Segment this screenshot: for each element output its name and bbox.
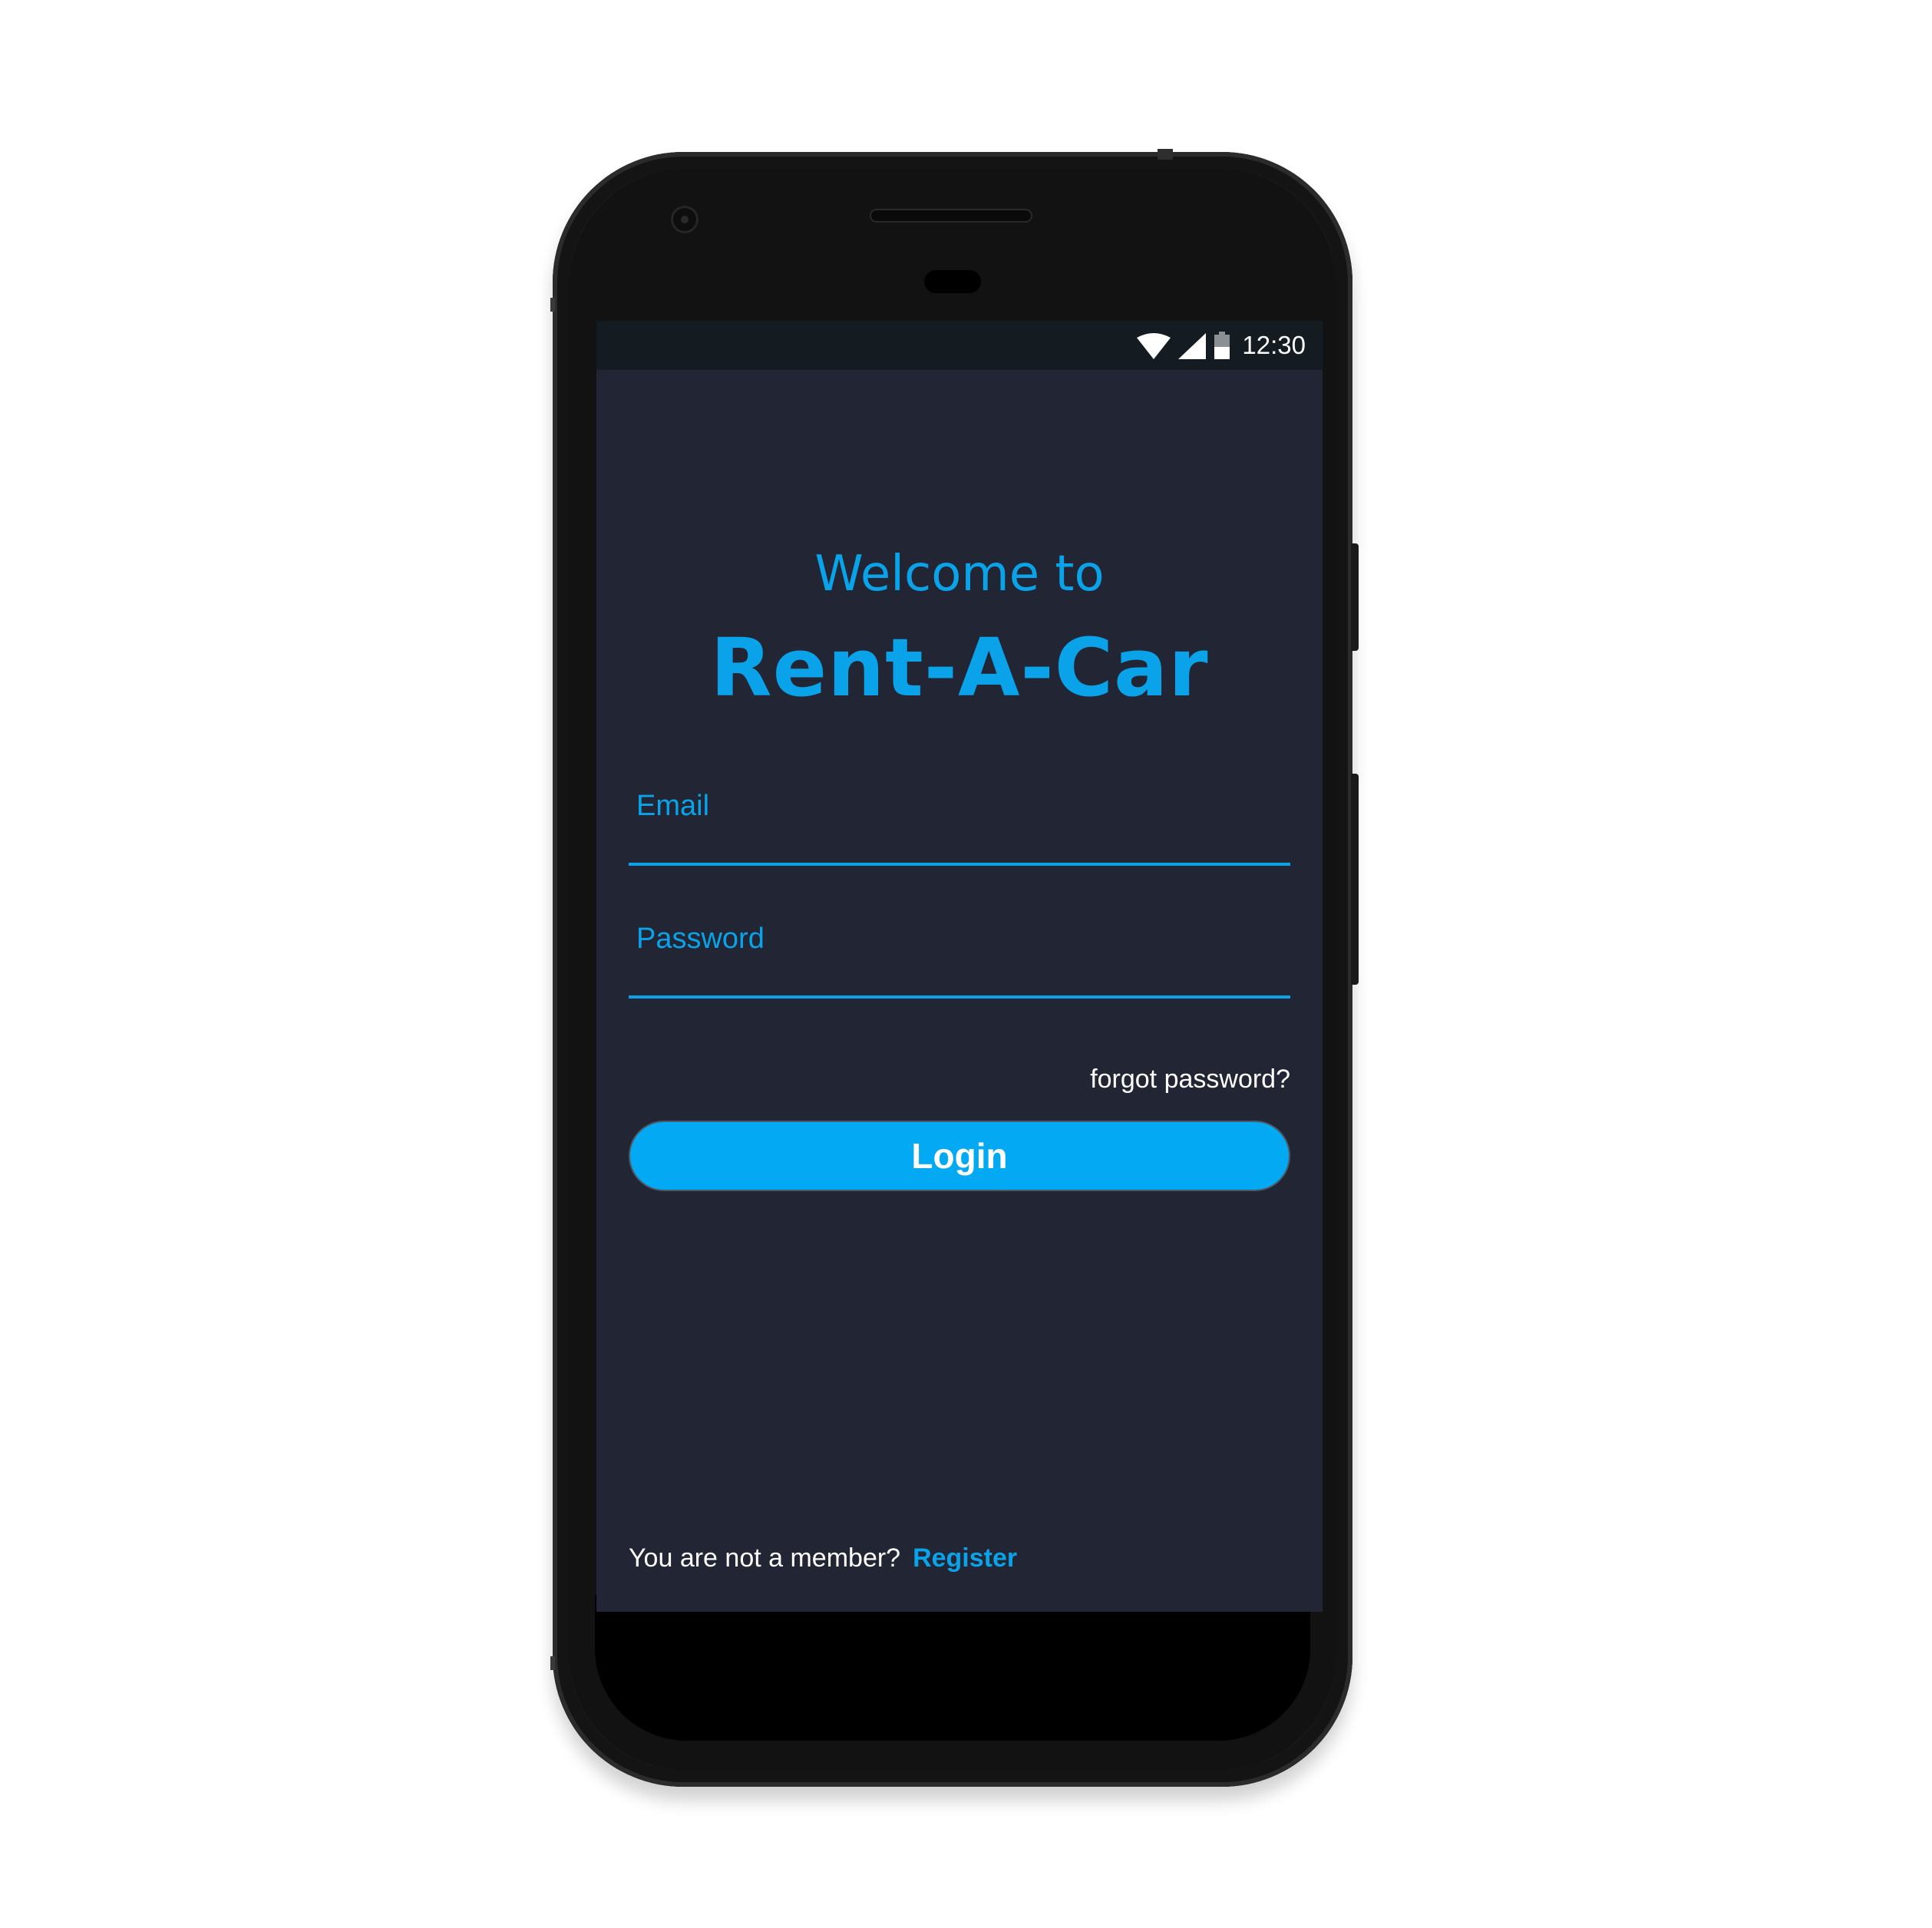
- app-screen: 12:30 Welcome to Rent-A-Car Email Passwo…: [596, 321, 1323, 1612]
- antenna-line: [550, 298, 555, 312]
- login-button[interactable]: Login: [629, 1121, 1290, 1191]
- signal-icon: [1178, 333, 1206, 359]
- status-icons: [1137, 332, 1230, 359]
- status-time: 12:30: [1242, 331, 1306, 359]
- forgot-password-link[interactable]: forgot password?: [1090, 1064, 1290, 1094]
- welcome-heading: Welcome to: [814, 546, 1105, 602]
- phone-top-seam: [1158, 149, 1173, 160]
- status-bar: 12:30: [596, 321, 1323, 370]
- password-field[interactable]: Password: [629, 922, 1290, 999]
- not-member-text: You are not a member?: [629, 1543, 901, 1573]
- antenna-line: [550, 1656, 555, 1670]
- register-link[interactable]: Register: [913, 1543, 1017, 1573]
- password-input[interactable]: [629, 922, 1290, 995]
- email-field[interactable]: Email: [629, 789, 1290, 866]
- earpiece-speaker: [870, 209, 1032, 223]
- app-title: Rent-A-Car: [710, 621, 1209, 715]
- front-camera: [671, 206, 698, 233]
- register-prompt: You are not a member? Register: [629, 1543, 1017, 1573]
- volume-button: [1351, 774, 1359, 985]
- power-button: [1351, 543, 1359, 651]
- mockup-stage: 12:30 Welcome to Rent-A-Car Email Passwo…: [0, 0, 1932, 1928]
- wifi-icon: [1137, 333, 1171, 359]
- battery-icon: [1214, 332, 1230, 359]
- proximity-sensor: [924, 270, 981, 293]
- email-input[interactable]: [629, 789, 1290, 863]
- phone-chin: [595, 1595, 1310, 1741]
